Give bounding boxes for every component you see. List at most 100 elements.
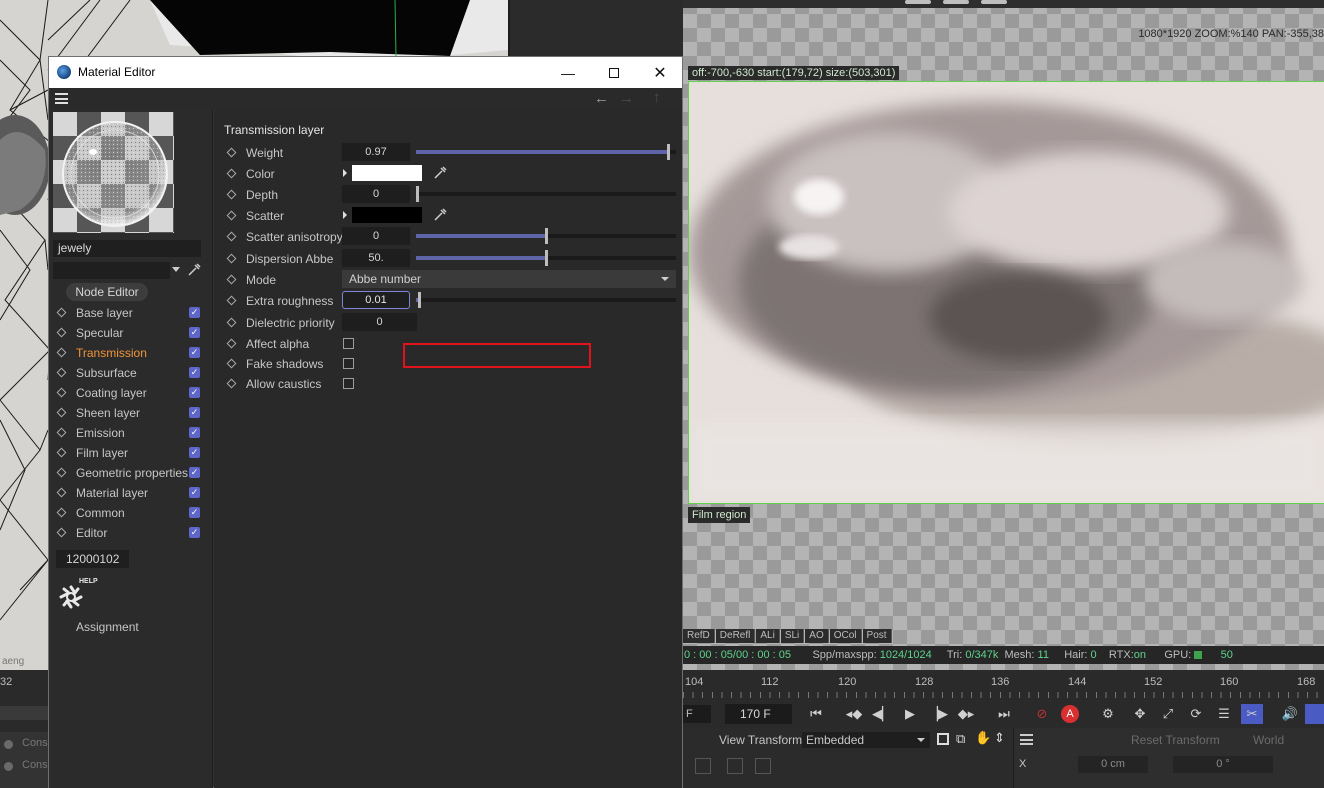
keyframe-diamond-icon[interactable]	[226, 295, 237, 306]
pla-key-icon[interactable]: ✂	[1241, 704, 1263, 724]
affect-alpha-checkbox[interactable]	[343, 338, 354, 349]
channel-coating-layer[interactable]: Coating layer ✓	[49, 383, 213, 403]
channel-sheen-layer[interactable]: Sheen layer ✓	[49, 403, 213, 423]
eyedropper-icon[interactable]	[432, 165, 448, 181]
keyframe-diamond-icon[interactable]	[226, 317, 237, 328]
menu-icon[interactable]	[1020, 734, 1033, 745]
slider-handle[interactable]	[545, 250, 548, 266]
keyframe-diamond-icon[interactable]	[56, 307, 67, 318]
back-arrow-icon[interactable]: ←	[594, 90, 609, 107]
channel-emission[interactable]: Emission ✓	[49, 423, 213, 443]
slider-handle[interactable]	[545, 228, 548, 244]
scroll-track[interactable]	[0, 706, 48, 720]
keyframe-diamond-icon[interactable]	[226, 210, 237, 221]
hand-icon[interactable]: ✋	[975, 730, 991, 746]
up-arrow-icon[interactable]: ↑	[653, 89, 661, 106]
timeline-ruler[interactable]: 104 112 120 128 136 144 152 160 168	[683, 670, 1324, 700]
maximize-icon[interactable]	[591, 57, 637, 88]
keyframe-diamond-icon[interactable]	[56, 487, 67, 498]
close-icon[interactable]: ✕	[637, 57, 683, 88]
channel-checkbox[interactable]: ✓	[189, 307, 200, 318]
keyframe-diamond-icon[interactable]	[56, 407, 67, 418]
aov-tab[interactable]: AO	[805, 629, 829, 643]
channel-base-layer[interactable]: Base layer ✓	[49, 303, 213, 323]
reset-transform-button[interactable]: Reset Transform	[1131, 733, 1220, 747]
scatter-swatch[interactable]	[352, 207, 422, 223]
render-viewer[interactable]: 1080*1920 ZOOM:%140 PAN:-355,38 off:-700…	[683, 0, 1324, 670]
frame-start-field[interactable]: F	[683, 705, 711, 723]
keyframe-diamond-icon[interactable]	[56, 367, 67, 378]
keyframe-diamond-icon[interactable]	[56, 327, 67, 338]
menu-icon[interactable]	[55, 93, 68, 104]
keyframe-diamond-icon[interactable]	[226, 338, 237, 349]
material-name-field[interactable]: jewely	[53, 240, 201, 257]
toolbar-icon[interactable]	[943, 0, 969, 4]
scatter-anisotropy-field[interactable]: 0	[342, 227, 410, 245]
autokey-icon[interactable]: A	[1059, 704, 1081, 724]
rotation-field[interactable]: 0 °	[1173, 756, 1273, 773]
move-key-icon[interactable]: ✥	[1129, 704, 1151, 724]
tool-icon[interactable]	[695, 758, 711, 774]
minimize-icon[interactable]: —	[545, 57, 591, 88]
tool-icon[interactable]	[727, 758, 743, 774]
keyframe-diamond-icon[interactable]	[56, 387, 67, 398]
split-view-icon[interactable]	[937, 733, 949, 745]
object-row[interactable]: Cons	[22, 759, 48, 771]
channel-checkbox[interactable]: ✓	[189, 387, 200, 398]
weight-slider[interactable]	[416, 144, 676, 160]
sound-icon[interactable]: 🔊	[1279, 704, 1301, 724]
play-icon[interactable]: ▶	[899, 704, 921, 724]
keyframe-diamond-icon[interactable]	[226, 231, 237, 242]
channel-checkbox[interactable]: ✓	[189, 327, 200, 338]
object-list[interactable]: Cons Cons	[0, 732, 48, 788]
depth-slider[interactable]	[416, 186, 676, 202]
go-to-start-icon[interactable]: ⏮	[805, 704, 827, 724]
keyframe-diamond-icon[interactable]	[226, 378, 237, 389]
aov-tab[interactable]: ALi	[756, 629, 780, 643]
keyframe-diamond-icon[interactable]	[226, 168, 237, 179]
move-vertical-icon[interactable]: ⇕	[994, 730, 1005, 746]
depth-value-field[interactable]: 0	[342, 185, 410, 203]
go-to-end-icon[interactable]: ⏭	[993, 704, 1015, 724]
channel-geometric-properties[interactable]: Geometric properties ✓	[49, 463, 213, 483]
record-icon[interactable]: ⊘	[1031, 704, 1053, 724]
current-frame-field[interactable]: 170 F	[725, 704, 792, 724]
keyframe-diamond-icon[interactable]	[226, 189, 237, 200]
color-swatch[interactable]	[352, 165, 422, 181]
coordinate-space-select[interactable]: World	[1253, 733, 1284, 747]
chevron-down-icon[interactable]	[172, 267, 180, 272]
help-icon[interactable]: HELP	[57, 578, 98, 612]
aov-tab[interactable]: OCol	[829, 629, 862, 643]
dielectric-priority-field[interactable]: 0	[342, 313, 417, 331]
slider-handle[interactable]	[667, 144, 670, 160]
toolbar-icon[interactable]	[905, 0, 931, 4]
allow-caustics-checkbox[interactable]	[343, 378, 354, 389]
prev-frame-icon[interactable]: ◀▏	[871, 704, 893, 724]
aov-tab[interactable]: DeRefl	[715, 629, 756, 643]
channel-material-layer[interactable]: Material layer ✓	[49, 483, 213, 503]
expand-triangle-icon[interactable]	[343, 169, 347, 177]
tool-icon[interactable]	[755, 758, 771, 774]
node-editor-button[interactable]: Node Editor	[66, 283, 148, 301]
fake-shadows-checkbox[interactable]	[343, 358, 354, 369]
keyframe-diamond-icon[interactable]	[56, 447, 67, 458]
dispersion-abbe-slider[interactable]	[416, 250, 676, 266]
toolbar-icon[interactable]	[981, 0, 1007, 4]
channel-checkbox[interactable]: ✓	[189, 467, 200, 478]
mode-dropdown[interactable]: Abbe number	[342, 270, 676, 288]
param-key-icon[interactable]: ☰	[1213, 704, 1235, 724]
keyframe-diamond-icon[interactable]	[226, 358, 237, 369]
eyedropper-icon[interactable]	[432, 207, 448, 223]
slider-handle[interactable]	[416, 186, 419, 202]
keyframe-diamond-icon[interactable]	[56, 507, 67, 518]
rotate-key-icon[interactable]: ⟳	[1185, 704, 1207, 724]
channel-checkbox[interactable]: ✓	[189, 507, 200, 518]
extra-roughness-field[interactable]: 0.01	[342, 291, 410, 309]
view-transform-select[interactable]: Embedded	[802, 732, 930, 748]
channel-checkbox[interactable]: ✓	[189, 447, 200, 458]
slider-handle[interactable]	[418, 292, 421, 308]
scale-key-icon[interactable]: ⤢	[1157, 704, 1179, 724]
channel-checkbox[interactable]: ✓	[189, 347, 200, 358]
channel-checkbox[interactable]: ✓	[189, 407, 200, 418]
material-link-field[interactable]	[53, 262, 170, 279]
